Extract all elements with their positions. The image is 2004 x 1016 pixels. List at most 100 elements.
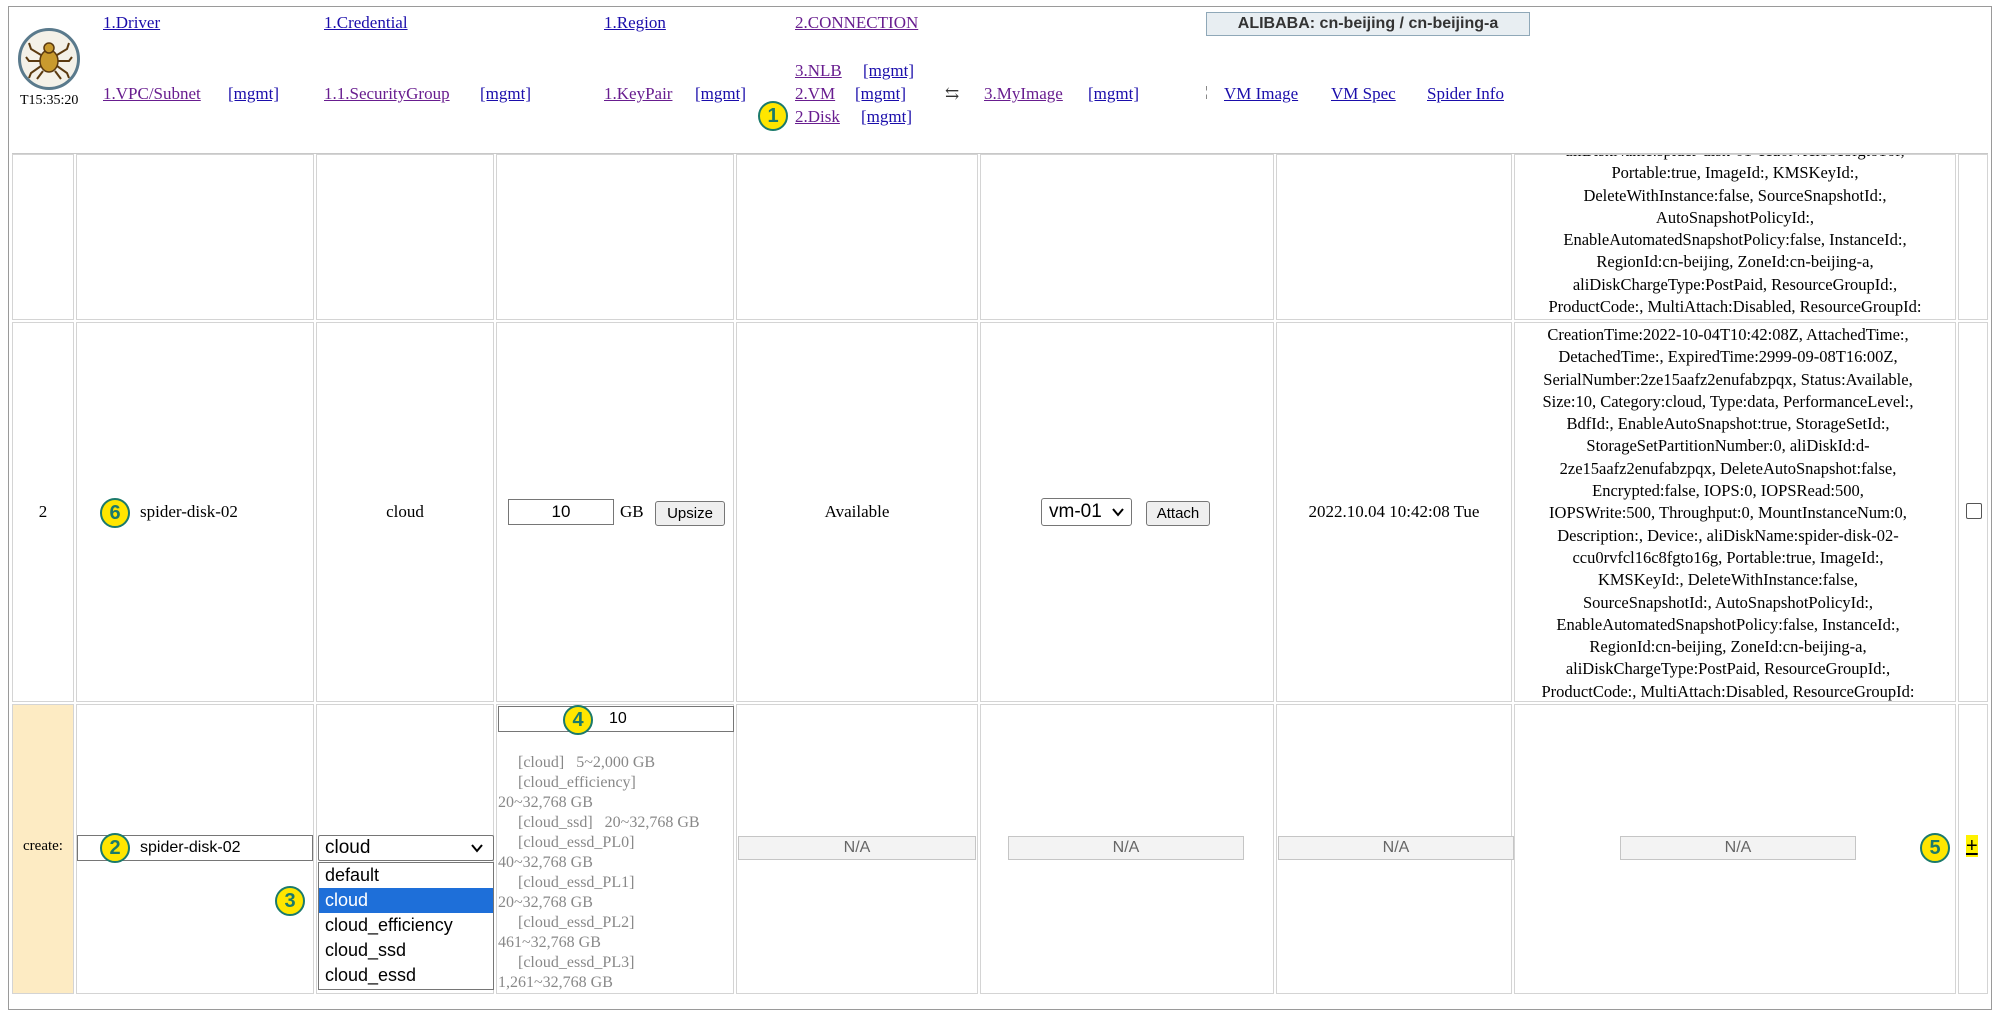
type-option-cloud-efficiency[interactable]: cloud_efficiency: [319, 913, 493, 938]
info-line: aliDiskName:spider-disk-01-ccu0rvfcl16c8…: [1515, 155, 1955, 162]
connection-link[interactable]: 2.CONNECTION: [795, 13, 918, 33]
info-line: BdfId:, EnableAutoSnapshot:true, Storage…: [1566, 414, 1890, 434]
row1-size-cell: [496, 154, 734, 320]
disk-link[interactable]: 2.Disk: [795, 107, 840, 127]
info-line: ccu0rvfcl16c8fgto16g, Portable:true, Ima…: [1572, 547, 1884, 567]
vm-link[interactable]: 2.VM: [795, 84, 835, 104]
spider-info-link[interactable]: Spider Info: [1427, 84, 1504, 104]
vpc-subnet-link[interactable]: 1.VPC/Subnet: [103, 84, 201, 104]
create-created-na: N/A: [1278, 836, 1514, 860]
info-line: CreationTime:2022-10-04T10:42:08Z, Attac…: [1547, 325, 1909, 344]
size-hint-range: 461~32,768 GB: [498, 934, 601, 951]
type-option-cloud-essd[interactable]: cloud_essd: [319, 963, 493, 988]
disk-row-number: 2: [38, 502, 48, 521]
size-hint-category: [cloud_essd_PL0]: [518, 834, 635, 851]
info-line: SourceSnapshotId:, AutoSnapshotPolicyId:…: [1582, 592, 1874, 612]
create-status-na: N/A: [738, 836, 976, 860]
vm-mgmt-link[interactable]: [mgmt]: [855, 84, 906, 104]
create-label: create:: [23, 838, 63, 854]
create-info-na: N/A: [1620, 836, 1856, 860]
info-line: aliDiskChargeType:PostPaid, ResourceGrou…: [1572, 274, 1898, 294]
disk-size-unit: GB: [620, 502, 644, 521]
header-separator: ¦: [1205, 84, 1209, 100]
swap-arrows-icon: ⇆: [945, 84, 960, 103]
info-line: StorageSetPartitionNumber:0, aliDiskId:d…: [1586, 436, 1870, 456]
info-line: ProductCode:, MultiAttach:Disabled, Reso…: [1541, 681, 1915, 701]
create-type-select[interactable]: cloud: [318, 835, 494, 861]
nlb-mgmt-link[interactable]: [mgmt]: [863, 61, 914, 81]
info-line: Size:10, Category:cloud, Type:data, Perf…: [1542, 391, 1914, 411]
annotation-badge-6: 6: [100, 498, 130, 528]
myimage-link[interactable]: 3.MyImage: [984, 84, 1063, 104]
annotation-badge-1: 1: [758, 101, 788, 131]
info-line: RegionId:cn-beijing, ZoneId:cn-beijing-a…: [1596, 252, 1874, 272]
info-line: 2ze15aafz2enufabzpqx, DeleteAutoSnapshot…: [1559, 458, 1897, 478]
info-line: DeleteWithInstance:false, SourceSnapshot…: [1583, 185, 1887, 205]
vpc-mgmt-link[interactable]: [mgmt]: [228, 84, 279, 104]
disk-size-input[interactable]: [508, 499, 614, 525]
disk-select-checkbox[interactable]: [1966, 503, 1982, 519]
size-hint-range: 40~32,768 GB: [498, 854, 593, 871]
security-group-mgmt-link[interactable]: [mgmt]: [480, 84, 531, 104]
vm-spec-link[interactable]: VM Spec: [1331, 84, 1396, 104]
myimage-mgmt-link[interactable]: [mgmt]: [1088, 84, 1139, 104]
size-hint-category: [cloud_essd_PL2]: [518, 914, 635, 931]
size-hint-range: 1,261~32,768 GB: [498, 974, 613, 991]
row1-attach-cell: [980, 154, 1274, 320]
disk-name: spider-disk-02: [140, 502, 238, 521]
info-line: ProductCode:, MultiAttach:Disabled, Reso…: [1548, 297, 1922, 317]
row1-name-cell: [76, 154, 314, 320]
info-line: aliDiskChargeType:PostPaid, ResourceGrou…: [1565, 659, 1891, 679]
vm-image-link[interactable]: VM Image: [1224, 84, 1298, 104]
credential-link[interactable]: 1.Credential: [324, 13, 408, 33]
info-line: Encrypted:false, IOPS:0, IOPSRead:500,: [1592, 481, 1864, 501]
create-type-dropdown[interactable]: default cloud cloud_efficiency cloud_ssd…: [318, 862, 494, 990]
row1-check-cell: [1958, 154, 1988, 320]
info-line: KMSKeyId:, DeleteWithInstance:false,: [1597, 570, 1859, 590]
keypair-link[interactable]: 1.KeyPair: [604, 84, 672, 104]
size-hint-category: [cloud_essd_PL1]: [518, 874, 635, 891]
add-disk-button[interactable]: +: [1966, 835, 1978, 857]
clock-time: T15:35:20: [20, 93, 79, 108]
type-option-cloud-ssd[interactable]: cloud_ssd: [319, 938, 493, 963]
security-group-link[interactable]: 1.1.SecurityGroup: [324, 84, 450, 104]
upsize-button[interactable]: Upsize: [655, 501, 725, 526]
row1-info-cell: aliDiskName:spider-disk-01-ccu0rvfcl16c8…: [1514, 154, 1956, 320]
type-option-default[interactable]: default: [319, 863, 493, 888]
info-line: EnableAutomatedSnapshotPolicy:false, Ins…: [1556, 614, 1900, 634]
disk-mgmt-link[interactable]: [mgmt]: [861, 107, 912, 127]
nlb-link[interactable]: 3.NLB: [795, 61, 842, 81]
row1-created-cell: [1276, 154, 1512, 320]
create-attach-na: N/A: [1008, 836, 1244, 860]
info-line: EnableAutomatedSnapshotPolicy:false, Ins…: [1563, 230, 1907, 250]
disk-status: Available: [824, 502, 890, 521]
keypair-mgmt-link[interactable]: [mgmt]: [695, 84, 746, 104]
create-size-input[interactable]: [498, 706, 734, 732]
info-line: AutoSnapshotPolicyId:,: [1655, 207, 1815, 227]
row1-status-cell: [736, 154, 978, 320]
vm-select-value: vm-01: [1049, 501, 1102, 522]
region-link[interactable]: 1.Region: [604, 13, 666, 33]
chevron-down-icon: [1112, 508, 1124, 517]
info-line: RegionId:cn-beijing, ZoneId:cn-beijing-a…: [1589, 637, 1867, 657]
row1-additional-info: aliDiskName:spider-disk-01-ccu0rvfcl16c8…: [1515, 155, 1955, 318]
row1-num-cell: [12, 154, 74, 320]
type-option-cloud[interactable]: cloud: [319, 888, 493, 913]
size-hint-category: [cloud_essd_PL3]: [518, 954, 635, 971]
size-hint-category: [cloud_ssd] 20~32,768 GB: [518, 814, 700, 831]
info-line: Description:, Device:, aliDiskName:spide…: [1557, 525, 1899, 545]
vm-select[interactable]: vm-01: [1041, 498, 1132, 526]
driver-link[interactable]: 1.Driver: [103, 13, 160, 33]
disk-additional-info: CreationTime:2022-10-04T10:42:08Z, Attac…: [1516, 324, 1940, 703]
attach-button[interactable]: Attach: [1146, 501, 1210, 526]
create-type-value: cloud: [325, 837, 371, 858]
disk-type: cloud: [386, 502, 424, 521]
info-line: DetachedTime:, ExpiredTime:2999-09-08T16…: [1558, 347, 1898, 367]
size-hint-range: 20~32,768 GB: [498, 794, 593, 811]
size-hint-category: [cloud_efficiency]: [518, 774, 636, 791]
info-line: IOPSWrite:500, Throughput:0, MountInstan…: [1549, 503, 1907, 523]
disk-size-hints: [cloud] 5~2,000 GB [cloud_efficiency] 20~3…: [498, 753, 730, 993]
annotation-badge-2: 2: [100, 833, 130, 863]
size-hint-category: [cloud] 5~2,000 GB: [518, 754, 656, 771]
spider-logo-icon[interactable]: [18, 28, 80, 90]
